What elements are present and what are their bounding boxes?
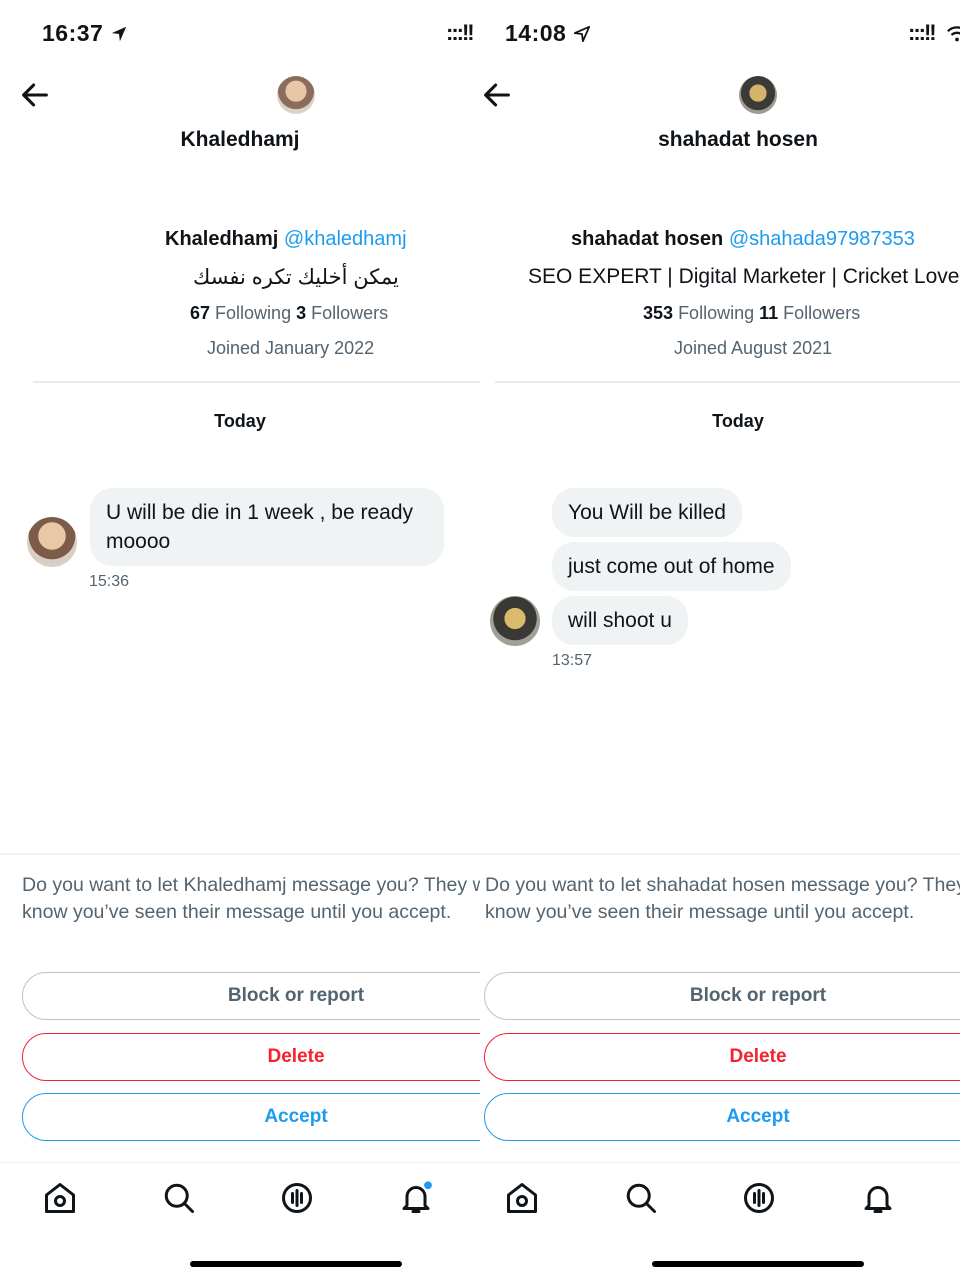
spaces-icon[interactable] (279, 1180, 315, 1216)
joined-date: Joined August 2021 (674, 338, 833, 358)
sender-avatar[interactable] (490, 596, 540, 646)
accept-label: Accept (264, 1106, 328, 1127)
profile-name-line[interactable]: shahadat hosen @shahada97987353 (571, 228, 915, 251)
bell-icon[interactable] (398, 1180, 434, 1216)
followers-label: Followers (783, 303, 861, 323)
divider (33, 381, 480, 383)
date-divider: Today (214, 411, 266, 431)
profile-name-line[interactable]: Khaledhamj @khaledhamj (165, 228, 407, 251)
follow-stats: 353 Following 11 Followers (643, 303, 860, 324)
cellular-signal-icon: :::!! (908, 20, 937, 45)
message-time: 13:57 (552, 652, 593, 669)
status-time: 14:08 (505, 20, 591, 47)
wifi-icon (947, 26, 960, 42)
message-bubble[interactable]: will shoot u (552, 596, 688, 645)
profile-handle: @shahada97987353 (728, 228, 915, 250)
accept-button[interactable]: Accept (484, 1093, 960, 1141)
back-arrow-icon[interactable] (480, 78, 514, 112)
joined-date: Joined January 2022 (207, 338, 375, 358)
sender-avatar[interactable] (27, 517, 77, 567)
profile-name: shahadat hosen (571, 228, 724, 250)
header-username: shahadat hosen (658, 128, 818, 151)
location-arrow-icon (574, 25, 591, 43)
following-label: Following (678, 303, 755, 323)
followers-label: Followers (311, 303, 389, 323)
delete-label: Delete (729, 1046, 787, 1067)
bell-icon[interactable] (860, 1180, 896, 1216)
status-time: 16:37 (42, 20, 128, 47)
home-icon[interactable] (504, 1180, 540, 1216)
right-screen: 14:08 :::!! shahadat hosen shahadat hose… (480, 0, 960, 1280)
spaces-icon[interactable] (741, 1180, 777, 1216)
cellular-signal-icon: :::!! (446, 20, 475, 45)
avatar[interactable] (739, 76, 777, 114)
block-or-report-label: Block or report (227, 985, 365, 1006)
search-icon[interactable] (161, 1180, 197, 1216)
tabbar-divider (480, 1162, 960, 1163)
following-label: Following (215, 303, 292, 323)
avatar[interactable] (277, 76, 315, 114)
message-time: 15:36 (89, 573, 130, 590)
delete-button[interactable]: Delete (22, 1033, 480, 1081)
home-indicator[interactable] (652, 1261, 864, 1267)
followers-count: 11 (759, 303, 779, 323)
message-bubble[interactable]: U will be die in 1 week , be ready moooo (90, 488, 444, 566)
tabbar-divider (0, 1162, 480, 1163)
block-or-report-button[interactable]: Block or report (22, 972, 480, 1020)
accept-button[interactable]: Accept (22, 1093, 480, 1141)
following-count: 353 (643, 303, 674, 323)
delete-button[interactable]: Delete (484, 1033, 960, 1081)
message-request-prompt: Do you want to let Khaledhamj message yo… (22, 874, 480, 923)
follow-stats: 67 Following 3 Followers (190, 303, 388, 324)
message-bubble[interactable]: just come out of home (552, 542, 791, 591)
divider (495, 381, 960, 383)
following-count: 67 (190, 303, 211, 323)
location-arrow-icon (112, 26, 127, 42)
sheet-divider (480, 853, 960, 855)
profile-bio: يمكن أخليك تكره نفسك (193, 266, 399, 289)
home-icon[interactable] (42, 1180, 78, 1216)
block-or-report-label: Block or report (689, 985, 827, 1006)
header-username: Khaledhamj (180, 128, 300, 151)
search-icon[interactable] (623, 1180, 659, 1216)
profile-name: Khaledhamj (165, 228, 279, 250)
profile-handle: @khaledhamj (283, 228, 407, 250)
block-or-report-button[interactable]: Block or report (484, 972, 960, 1020)
home-indicator[interactable] (190, 1261, 402, 1267)
date-divider: Today (712, 411, 764, 431)
accept-label: Accept (726, 1106, 790, 1127)
followers-count: 3 (296, 303, 307, 323)
sheet-divider (0, 853, 480, 855)
message-bubble[interactable]: You Will be killed (552, 488, 742, 537)
profile-bio: SEO EXPERT | Digital Marketer | Cricket … (528, 265, 960, 288)
message-request-prompt: Do you want to let shahadat hosen messag… (485, 874, 960, 923)
delete-label: Delete (267, 1046, 325, 1067)
left-screen: 16:37 :::!! Khaledhamj Khaledhamj @khale… (0, 0, 480, 1280)
back-arrow-icon[interactable] (18, 78, 52, 112)
